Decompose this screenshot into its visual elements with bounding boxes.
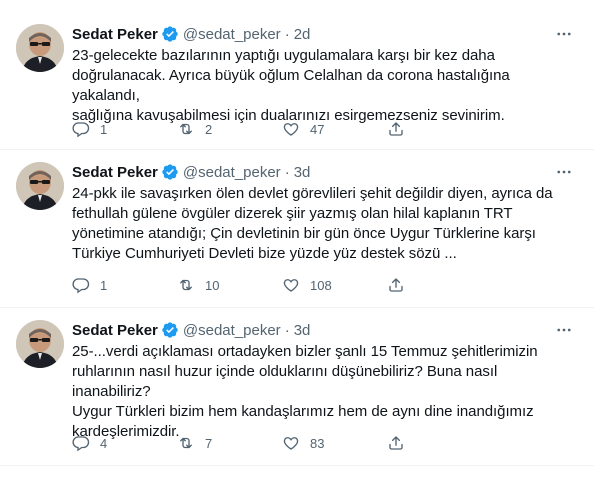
header-separator: · [284, 25, 290, 43]
tweet-text: 25-...verdi açıklaması ortadayken bizler… [72, 343, 538, 440]
author-name[interactable]: Sedat Peker [72, 164, 158, 181]
reply-icon [72, 122, 90, 138]
reply-icon [72, 278, 90, 294]
verified-badge-icon [161, 25, 179, 43]
more-horizontal-icon[interactable] [554, 162, 574, 182]
retweet-count: 7 [205, 435, 213, 451]
avatar-image [16, 320, 64, 368]
author-handle[interactable]: @sedat_peker [183, 322, 281, 339]
retweet-button[interactable]: 10 [177, 276, 282, 294]
retweet-count: 2 [205, 121, 213, 137]
retweet-icon [180, 279, 192, 291]
heart-icon [283, 437, 299, 450]
author-name[interactable]: Sedat Peker [72, 26, 158, 43]
verified-badge-icon [161, 321, 179, 339]
share-button[interactable] [387, 276, 492, 294]
share-button[interactable] [387, 120, 492, 138]
retweet-button[interactable]: 2 [177, 120, 282, 138]
verified-badge-icon [161, 163, 179, 181]
like-count: 108 [310, 277, 332, 293]
tweet[interactable]: Sedat Peker @sedat_peker · 3d 24-pkk ile… [0, 150, 594, 308]
reply-count: 1 [100, 277, 108, 293]
share-icon [389, 436, 403, 450]
tweet-timestamp[interactable]: 2d [294, 26, 311, 43]
author-handle[interactable]: @sedat_peker [183, 164, 281, 181]
avatar[interactable] [16, 162, 64, 210]
tweet-text: 23-gelecekte bazılarının yaptığı uygulam… [72, 47, 510, 124]
tweet[interactable]: Sedat Peker @sedat_peker · 3d 25-...verd… [0, 308, 594, 466]
tweet-header: Sedat Peker @sedat_peker · 3d [72, 320, 574, 340]
heart-icon [283, 123, 299, 136]
tweet-header: Sedat Peker @sedat_peker · 2d [72, 24, 574, 44]
avatar[interactable] [16, 320, 64, 368]
reply-count: 4 [100, 435, 108, 451]
tweet-timestamp[interactable]: 3d [294, 164, 311, 181]
tweet-text: 24-pkk ile savaşırken ölen devlet görevl… [72, 185, 553, 262]
tweet-header: Sedat Peker @sedat_peker · 3d [72, 162, 574, 182]
heart-icon [283, 279, 299, 292]
reply-button[interactable]: 4 [72, 434, 177, 452]
tweet[interactable]: Sedat Peker @sedat_peker · 2d 23-gelecek… [0, 0, 594, 150]
share-icon [389, 122, 403, 136]
like-button[interactable]: 83 [282, 434, 387, 452]
author-name[interactable]: Sedat Peker [72, 322, 158, 339]
like-button[interactable]: 47 [282, 120, 387, 138]
reply-icon [72, 436, 90, 452]
more-horizontal-icon[interactable] [554, 320, 574, 340]
share-icon [389, 278, 403, 292]
reply-button[interactable]: 1 [72, 276, 177, 294]
avatar-image [16, 162, 64, 210]
tweet-actions: 1 2 47 [72, 120, 492, 138]
like-count: 83 [310, 435, 325, 451]
retweet-icon [180, 123, 192, 135]
like-button[interactable]: 108 [282, 276, 387, 294]
retweet-button[interactable]: 7 [177, 434, 282, 452]
tweet-actions: 1 10 108 [72, 276, 492, 294]
header-separator: · [284, 163, 290, 181]
reply-count: 1 [100, 121, 108, 137]
retweet-icon [180, 437, 192, 449]
avatar[interactable] [16, 24, 64, 72]
share-button[interactable] [387, 434, 492, 452]
more-horizontal-icon[interactable] [554, 24, 574, 44]
retweet-count: 10 [205, 277, 220, 293]
like-count: 47 [310, 121, 325, 137]
header-separator: · [284, 321, 290, 339]
reply-button[interactable]: 1 [72, 120, 177, 138]
tweet-timestamp[interactable]: 3d [294, 322, 311, 339]
avatar-image [16, 24, 64, 72]
author-handle[interactable]: @sedat_peker [183, 26, 281, 43]
tweet-actions: 4 7 83 [72, 434, 492, 452]
